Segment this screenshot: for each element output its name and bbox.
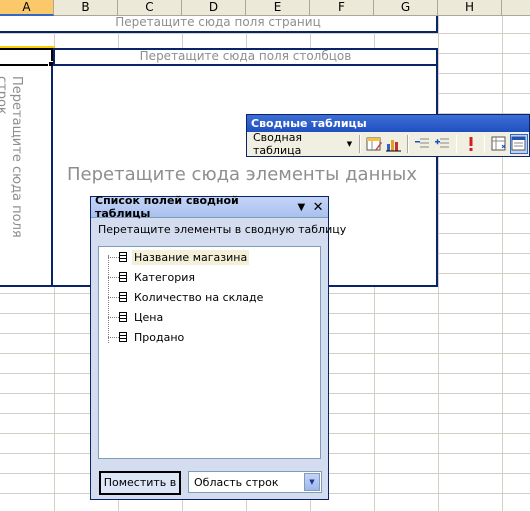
page-fields-placeholder: Перетащите сюда поля страниц <box>115 15 321 29</box>
column-header-c[interactable]: C <box>118 0 182 16</box>
column-header-d[interactable]: D <box>182 0 246 16</box>
show-detail-icon <box>435 138 450 148</box>
field-item[interactable]: Продано <box>108 329 186 345</box>
format-report-button[interactable] <box>365 134 383 154</box>
column-gridline <box>438 16 439 511</box>
column-header-e[interactable]: E <box>246 0 310 16</box>
panel-title: Список полей сводной таблицы <box>95 194 239 220</box>
toolbar-title[interactable]: Сводные таблицы <box>247 115 529 132</box>
refresh-data-button[interactable] <box>461 134 479 154</box>
include-hidden-icon <box>491 136 506 151</box>
panel-title-bar[interactable]: Список полей сводной таблицы ▼ ✕ <box>91 194 328 220</box>
field-icon <box>119 332 127 342</box>
field-label: Цена <box>134 310 164 324</box>
close-button[interactable]: ✕ <box>311 200 325 215</box>
field-icon <box>119 312 127 322</box>
field-item[interactable]: Количество на складе <box>108 289 265 305</box>
data-items-placeholder: Перетащите сюда элементы данных <box>67 164 417 185</box>
toolbar-separator <box>455 135 458 153</box>
put-into-button[interactable]: Поместить в <box>99 471 181 495</box>
chevron-down-icon: ▼ <box>346 140 353 148</box>
toolbar-separator <box>359 135 362 153</box>
field-item[interactable]: Цена <box>108 309 165 325</box>
field-label: Продано <box>134 330 185 344</box>
target-area-select[interactable]: Область строк ▼ <box>188 471 322 493</box>
column-fields-drop-area[interactable]: Перетащите сюда поля столбцов <box>53 48 438 66</box>
panel-instruction: Перетащите элементы в сводную таблицу <box>98 223 347 236</box>
active-cell[interactable] <box>0 48 55 68</box>
field-icon <box>119 272 127 282</box>
refresh-data-icon <box>469 137 472 151</box>
pivot-table-toolbar[interactable]: Сводные таблицы Сводная таблица ▼ <box>246 114 530 157</box>
target-area-value: Область строк <box>194 475 279 489</box>
column-header-next[interactable] <box>502 0 530 16</box>
column-header-a[interactable]: A <box>0 0 54 16</box>
close-icon: ✕ <box>312 199 324 215</box>
pivot-table-menu-label: Сводная таблица <box>253 131 303 157</box>
column-header-b[interactable]: B <box>54 0 118 16</box>
hide-detail-icon <box>415 138 430 148</box>
field-label: Количество на складе <box>134 290 264 304</box>
field-label: Название магазина <box>132 249 250 265</box>
row-fields-drop-area[interactable]: Перетащите сюда поля строк <box>0 66 53 287</box>
column-header-f[interactable]: F <box>310 0 374 16</box>
field-list-button[interactable] <box>509 134 528 154</box>
chart-wizard-icon <box>386 140 402 152</box>
dropdown-button[interactable]: ▼ <box>304 473 320 491</box>
row-gridline <box>0 33 530 34</box>
pivot-field-list-panel[interactable]: Список полей сводной таблицы ▼ ✕ Перетащ… <box>90 194 346 500</box>
column-fields-placeholder: Перетащите сюда поля столбцов <box>139 49 352 63</box>
include-hidden-items-button[interactable] <box>489 134 507 154</box>
toolbar-separator <box>483 135 486 153</box>
field-list-icon <box>511 136 526 151</box>
chevron-down-icon: ▼ <box>309 478 315 486</box>
panel-menu-button[interactable]: ▼ <box>294 202 308 213</box>
column-header-h[interactable]: H <box>438 0 502 16</box>
hide-detail-button[interactable] <box>413 134 431 154</box>
chevron-down-icon: ▼ <box>297 201 306 213</box>
column-header-g[interactable]: G <box>374 0 438 16</box>
field-list-box[interactable]: Название магазина Категория Количество н… <box>98 246 321 459</box>
toolbar-separator <box>407 135 410 153</box>
field-icon <box>119 292 127 302</box>
show-detail-button[interactable] <box>433 134 451 154</box>
row-fields-placeholder: Перетащите сюда поля строк <box>0 76 24 238</box>
field-label: Категория <box>134 270 195 284</box>
column-gridline <box>502 16 503 511</box>
field-item[interactable]: Название магазина <box>108 249 250 265</box>
field-icon <box>119 252 127 262</box>
field-item[interactable]: Категория <box>108 269 197 285</box>
chart-wizard-button[interactable] <box>385 134 403 154</box>
format-report-icon <box>366 137 383 151</box>
pivot-table-menu[interactable]: Сводная таблица ▼ <box>249 131 356 157</box>
page-fields-drop-area[interactable]: Перетащите сюда поля страниц <box>0 16 438 33</box>
